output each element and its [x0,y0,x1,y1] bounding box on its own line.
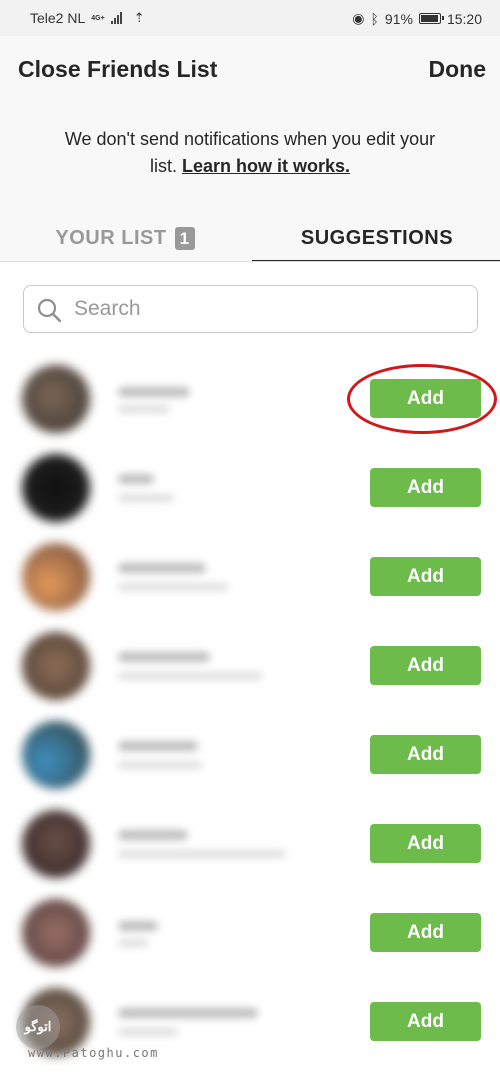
username-blurred [118,741,198,751]
watermark: اتوگو www.Patoghu.com [10,1000,170,1070]
page-title: Close Friends List [18,56,218,82]
avatar [22,810,90,878]
list-item: Add [0,711,500,800]
add-button[interactable]: Add [370,557,481,596]
list-item: Add [0,533,500,622]
battery-percent: 91% [384,10,413,27]
your-list-count-badge: 1 [174,227,195,250]
tab-suggestions-label: SUGGESTIONS [300,227,454,249]
signal-icon [110,12,122,24]
add-button[interactable]: Add [370,824,481,863]
avatar [22,632,90,700]
notice-text: We don't send notifications when you edi… [60,126,440,180]
add-button[interactable]: Add [370,468,481,507]
eye-icon: ◉ [352,10,365,26]
carrier-label: Tele2 NL [30,10,86,26]
tab-suggestions[interactable]: SUGGESTIONS [252,216,500,262]
username-blurred [118,652,210,662]
list-item: Add [0,355,500,444]
list-item: Add [0,800,500,889]
fullname-blurred [118,405,170,413]
avatar [22,721,90,789]
list-item: Add [0,444,500,533]
username-blurred [118,921,158,931]
fullname-blurred [118,761,202,769]
avatar [22,543,90,611]
tab-your-list[interactable]: YOUR LIST 1 [0,216,250,261]
network-type: 4G+ [91,14,105,22]
bluetooth-icon: ᛒ [370,10,379,27]
avatar [22,899,90,967]
fullname-blurred [118,494,174,502]
add-button[interactable]: Add [370,913,481,952]
search-box[interactable] [23,285,478,333]
list-item: Add [0,889,500,978]
add-button[interactable]: Add [370,735,481,774]
list-item: Add [0,622,500,711]
avatar [22,454,90,522]
done-button[interactable]: Done [429,56,487,83]
tabs-divider [0,261,500,262]
add-button[interactable]: Add [370,379,481,418]
fullname-blurred [118,939,148,947]
tab-your-list-label: YOUR LIST [55,227,167,249]
clock: 15:20 [446,10,482,27]
watermark-logo: اتوگو [16,1005,60,1049]
username-blurred [118,387,190,397]
add-button[interactable]: Add [370,646,481,685]
battery-icon [418,13,444,24]
avatar [22,365,90,433]
username-blurred [118,563,206,573]
status-bar: Tele2 NL 4G+ ⇡ ◉ ᛒ 91% 15:20 [0,0,500,36]
learn-how-link[interactable]: Learn how it works. [182,156,350,176]
upload-icon: ⇡ [133,10,145,25]
fullname-blurred [118,583,228,591]
fullname-blurred [118,672,262,680]
header: Close Friends List Done We don't send no… [0,36,500,262]
fullname-blurred [118,850,286,858]
username-blurred [118,830,188,840]
add-button[interactable]: Add [370,1002,481,1041]
search-icon [37,298,62,323]
watermark-site: www.Patoghu.com [28,1046,159,1060]
username-blurred [118,474,154,484]
search-input[interactable] [72,294,466,324]
